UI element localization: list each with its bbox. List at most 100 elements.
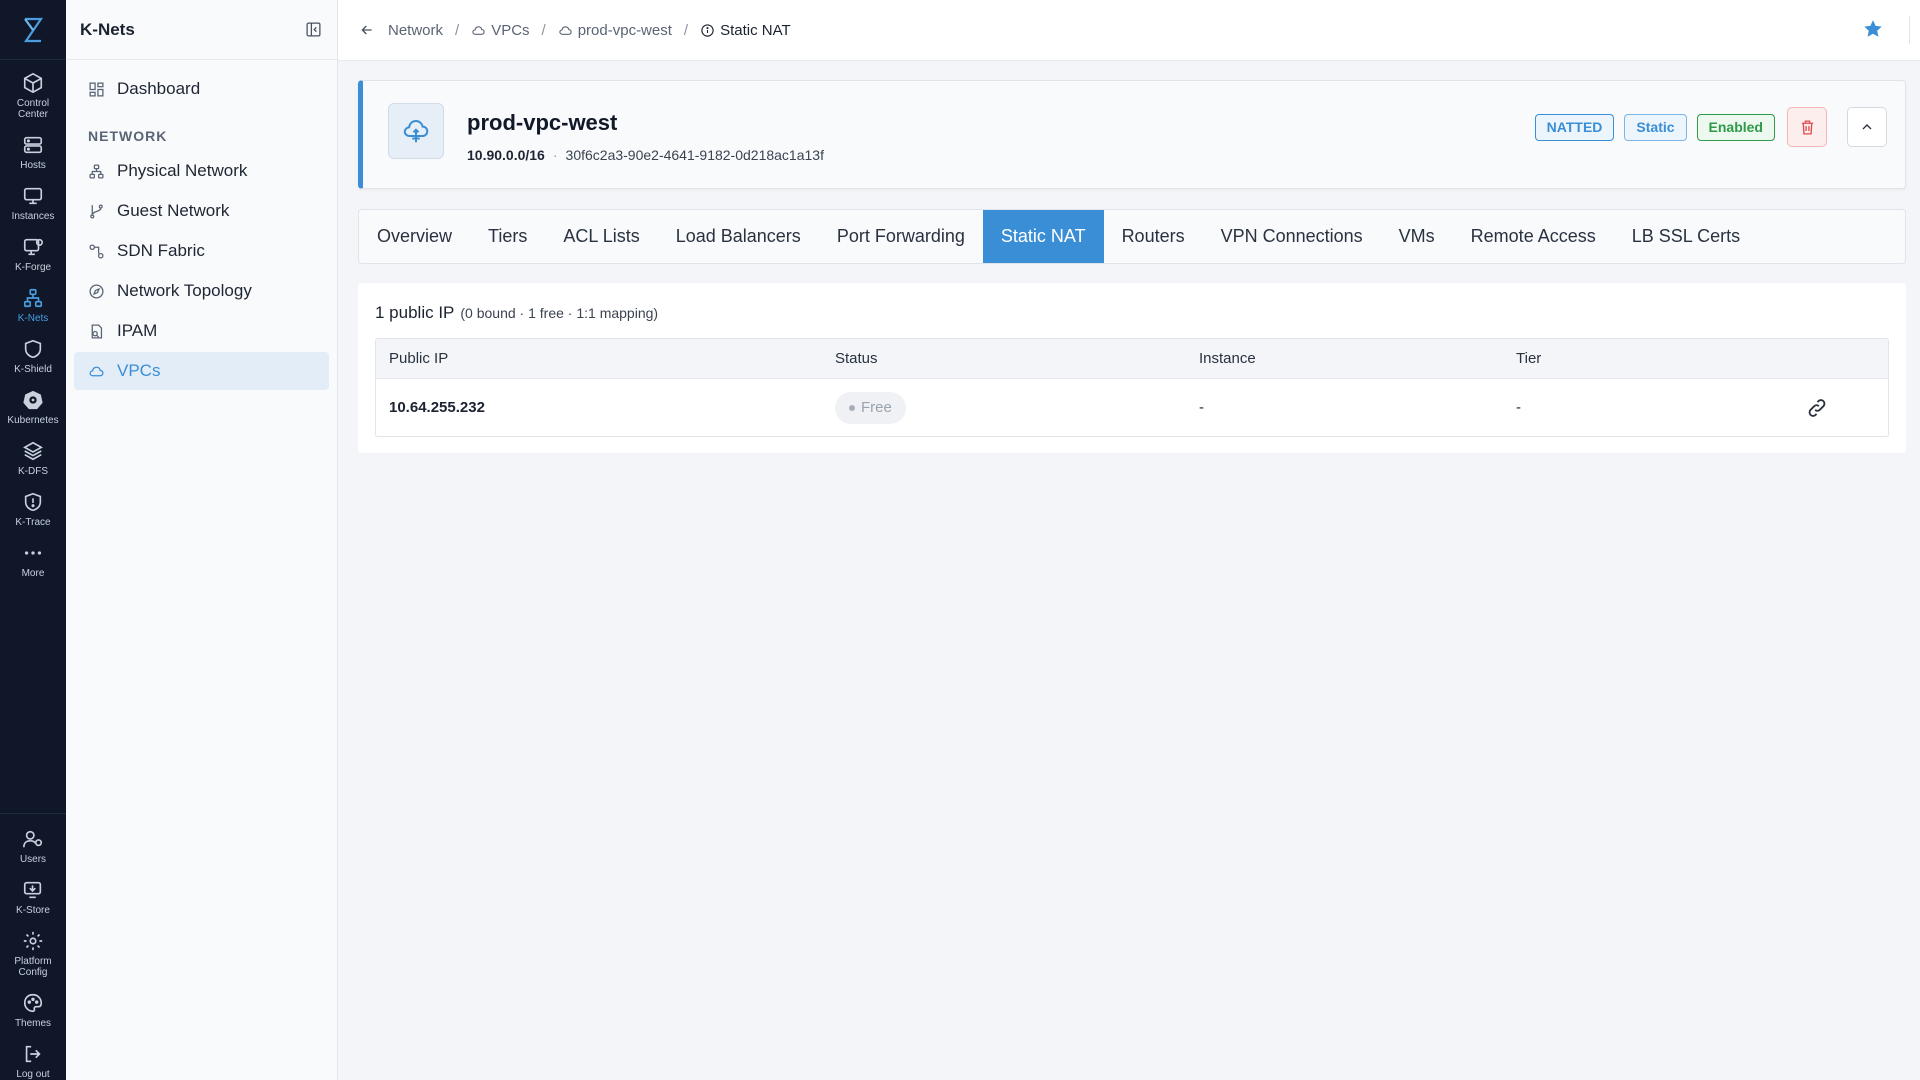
server-icon — [23, 136, 43, 154]
back-button[interactable] — [356, 19, 378, 41]
vpc-cidr: 10.90.0.0/16 — [467, 147, 545, 163]
sidebar-nav: Dashboard NETWORK Physical Network Guest… — [66, 60, 337, 402]
rail-themes[interactable]: Themes — [0, 992, 66, 1029]
breadcrumb-static-nat: Static NAT — [700, 22, 791, 39]
tab-overview[interactable]: Overview — [359, 210, 470, 263]
rail-k-forge[interactable]: K-Forge — [0, 236, 66, 273]
cloud-upload-icon — [403, 119, 429, 143]
breadcrumb-network[interactable]: Network — [388, 22, 443, 39]
rail-label: Instances — [11, 211, 55, 222]
sidebar-item-physical-network[interactable]: Physical Network — [74, 152, 329, 190]
sidebar-item-network-topology[interactable]: Network Topology — [74, 272, 329, 310]
rail-k-store[interactable]: K-Store — [0, 879, 66, 916]
badge-static: Static — [1624, 113, 1687, 141]
rail-k-trace[interactable]: K-Trace — [0, 491, 66, 528]
rail-k-shield[interactable]: K-Shield — [0, 338, 66, 375]
breadcrumb-label: Network — [388, 21, 444, 39]
rail-label: Kubernetes — [7, 415, 59, 426]
cell-status: Free — [835, 391, 1199, 424]
trash-icon — [1801, 119, 1813, 135]
table-header: Public IP Status Instance Tier — [376, 339, 1888, 379]
tab-vms[interactable]: VMs — [1381, 210, 1453, 263]
enable-static-nat-button[interactable] — [1804, 395, 1830, 421]
rail-instances[interactable]: Instances — [0, 185, 66, 222]
breadcrumb-vpcs[interactable]: VPCs — [471, 22, 530, 39]
rail-label: Users — [19, 854, 47, 865]
breadcrumb-separator: / — [455, 21, 460, 39]
vpc-tabs: Overview Tiers ACL Lists Load Balancers … — [358, 209, 1906, 264]
tab-remote-access[interactable]: Remote Access — [1453, 210, 1614, 263]
forge-icon — [23, 238, 43, 256]
rail-platform-config[interactable]: Platform Config — [0, 930, 66, 978]
summary-count: 1 public IP — [375, 303, 455, 322]
cloud-icon — [89, 366, 104, 376]
vpc-badges: NATTED Static Enabled — [1534, 107, 1887, 147]
rail-more[interactable]: More — [0, 542, 66, 579]
breadcrumb-prod-vpc-west[interactable]: prod-vpc-west — [558, 22, 672, 39]
rail-control-center[interactable]: Control Center — [0, 72, 66, 120]
physical-network-icon — [89, 163, 104, 179]
helm-icon — [23, 390, 43, 410]
breadcrumb-separator: / — [541, 21, 546, 39]
sidebar-item-label: Guest Network — [117, 201, 230, 220]
collapse-header-button[interactable] — [1847, 107, 1887, 147]
rail-kubernetes[interactable]: Kubernetes — [0, 389, 66, 426]
tab-acl-lists[interactable]: ACL Lists — [545, 210, 657, 263]
sidebar-item-ipam[interactable]: IPAM — [74, 312, 329, 350]
vpc-avatar — [388, 103, 444, 159]
tab-port-forwarding[interactable]: Port Forwarding — [819, 210, 983, 263]
chevron-up-icon — [1862, 124, 1872, 130]
tab-static-nat[interactable]: Static NAT — [982, 210, 1104, 263]
cloud-icon — [472, 25, 485, 35]
rail-hosts[interactable]: Hosts — [0, 134, 66, 171]
delete-vpc-button[interactable] — [1787, 107, 1827, 147]
sidebar-item-label: VPCs — [117, 361, 161, 380]
rail-k-dfs[interactable]: K-DFS — [0, 440, 66, 477]
more-icon — [24, 551, 42, 555]
favorite-button[interactable] — [1862, 18, 1886, 42]
tab-load-balancers[interactable]: Load Balancers — [658, 210, 819, 263]
cell-actions — [1746, 395, 1888, 421]
breadcrumb-label: prod-vpc-west — [577, 21, 672, 39]
sidebar-item-label: IPAM — [117, 321, 158, 340]
sdn-icon — [89, 243, 104, 259]
tab-vpn-connections[interactable]: VPN Connections — [1203, 210, 1381, 263]
sidebar-item-guest-network[interactable]: Guest Network — [74, 192, 329, 230]
cube-icon — [23, 72, 43, 94]
gear-icon — [23, 931, 43, 951]
sidebar-item-sdn-fabric[interactable]: SDN Fabric — [74, 232, 329, 270]
app-rail: Control Center Hosts Instances K-Forge K… — [0, 0, 66, 1080]
tab-tiers[interactable]: Tiers — [470, 210, 545, 263]
git-branch-icon — [90, 203, 103, 219]
rail-k-nets[interactable]: K-Nets — [0, 287, 66, 324]
sidebar-item-vpcs[interactable]: VPCs — [74, 352, 329, 390]
ipam-icon — [91, 323, 103, 339]
cell-tier: - — [1516, 399, 1521, 416]
rail-label: More — [21, 568, 45, 579]
rail-label: Control Center — [16, 98, 50, 120]
sidebar-item-dashboard[interactable]: Dashboard — [74, 70, 329, 108]
tab-routers[interactable]: Routers — [1104, 210, 1203, 263]
sidebar-collapse-button[interactable] — [303, 20, 323, 40]
column-header-tier: Tier — [1516, 350, 1542, 367]
vpc-name: prod-vpc-west — [467, 110, 618, 135]
rail-users[interactable]: Users — [0, 828, 66, 865]
sidebar-item-label: Dashboard — [117, 79, 201, 98]
logout-icon — [25, 1045, 41, 1063]
rail-label: K-DFS — [18, 466, 48, 477]
rail-label: Log out — [16, 1069, 50, 1080]
cell-instance: - — [1199, 399, 1204, 416]
static-nat-panel: 1 public IP (0 bound · 1 free · 1:1 mappi… — [358, 283, 1906, 453]
layers-icon — [23, 441, 43, 461]
users-icon — [23, 830, 43, 848]
meta-separator: · — [552, 147, 558, 163]
sidebar-item-label: Physical Network — [117, 161, 248, 180]
main-content: Network / VPCs / prod-vpc-west / Static … — [338, 0, 1920, 1080]
tab-lb-ssl-certs[interactable]: LB SSL Certs — [1614, 210, 1758, 263]
sidebar-item-label: SDN Fabric — [117, 241, 205, 260]
vpc-id: 30f6c2a3-90e2-4641-9182-0d218ac1a13f — [565, 147, 824, 163]
cell-public-ip: 10.64.255.232 — [389, 399, 485, 416]
rail-label: K-Store — [16, 905, 50, 916]
app-logo[interactable] — [0, 0, 66, 60]
rail-log-out[interactable]: Log out — [0, 1043, 66, 1080]
